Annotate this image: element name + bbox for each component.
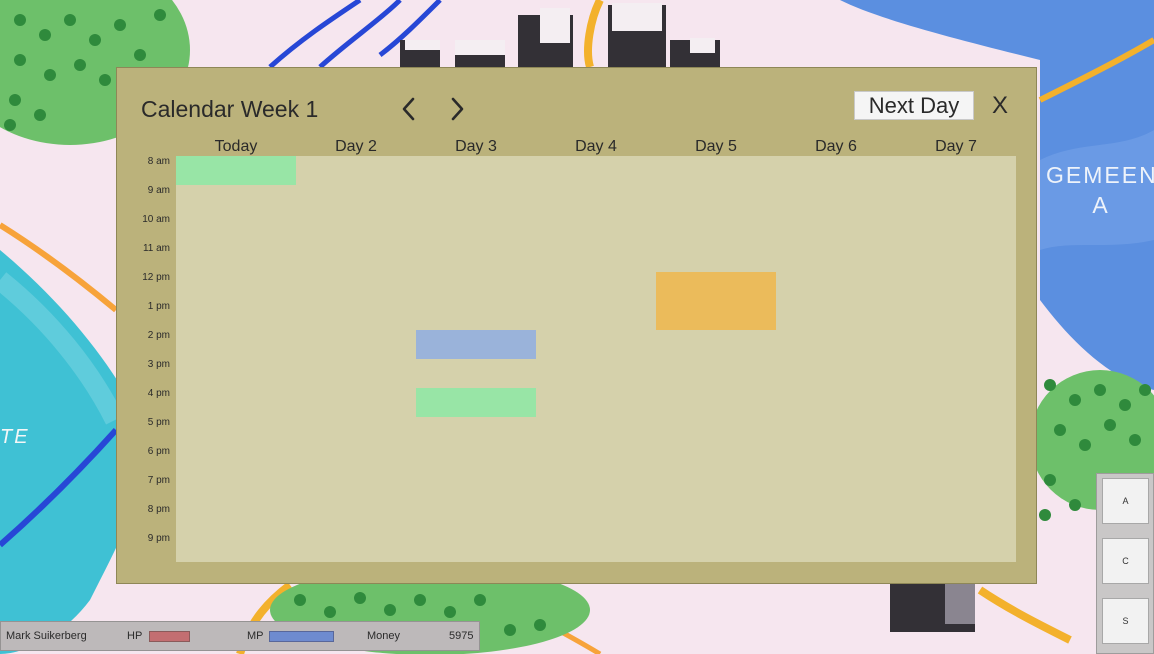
mp-bar bbox=[269, 631, 334, 642]
chevron-right-icon bbox=[451, 97, 464, 121]
player-name: Mark Suikerberg bbox=[6, 630, 87, 642]
calendar-event[interactable] bbox=[176, 156, 296, 185]
calendar-event[interactable] bbox=[656, 272, 776, 330]
day-header: Day 7 bbox=[935, 138, 977, 155]
calendar-event[interactable] bbox=[416, 388, 536, 417]
calendar-title: Calendar Week 1 bbox=[141, 96, 319, 122]
day-header: Day 5 bbox=[695, 138, 737, 155]
time-label: 1 pm bbox=[147, 301, 170, 312]
mp-label: MP bbox=[247, 630, 264, 642]
time-label: 5 pm bbox=[147, 417, 170, 428]
time-label: 12 pm bbox=[142, 272, 170, 283]
close-button[interactable]: X bbox=[987, 92, 1013, 120]
money-label: Money bbox=[367, 630, 401, 642]
calendar-event[interactable] bbox=[416, 330, 536, 359]
next-week-button[interactable] bbox=[445, 95, 469, 123]
money-value: 5975 bbox=[449, 630, 474, 642]
hp-label: HP bbox=[127, 630, 143, 642]
time-label: 9 pm bbox=[147, 533, 170, 544]
next-day-button[interactable]: Next Day bbox=[854, 91, 974, 120]
hp-bar bbox=[149, 631, 190, 642]
map-region-label-right: GEMEENTE A bbox=[1046, 162, 1154, 218]
time-label: 9 am bbox=[147, 185, 170, 196]
time-label: 11 am bbox=[142, 243, 170, 254]
calendar-panel: Calendar Week 1 Next Day X Today Day 2 Day… bbox=[116, 67, 1037, 584]
day-header: Today bbox=[214, 138, 258, 155]
time-label: 6 pm bbox=[147, 446, 170, 457]
prev-week-button[interactable] bbox=[397, 95, 421, 123]
side-button-a[interactable]: A bbox=[1102, 478, 1149, 524]
side-button-c[interactable]: C bbox=[1102, 538, 1149, 584]
calendar-grid bbox=[176, 156, 1016, 562]
side-button-panel: A C S bbox=[1096, 473, 1154, 654]
day-header: Day 6 bbox=[815, 138, 857, 155]
chevron-left-icon bbox=[402, 97, 415, 121]
time-label: 7 pm bbox=[147, 475, 170, 486]
day-header: Day 2 bbox=[335, 138, 377, 155]
time-label: 4 pm bbox=[147, 388, 170, 399]
map-region-label-left: TE bbox=[0, 426, 30, 448]
time-label: 8 am bbox=[147, 156, 170, 167]
player-status-bar: Mark Suikerberg HP MP Money 5975 bbox=[0, 621, 480, 651]
day-header: Day 3 bbox=[455, 138, 497, 155]
time-label: 2 pm bbox=[147, 330, 170, 341]
day-headers: Today Day 2 Day 3 Day 4 Day 5 Day 6 Day 7 bbox=[176, 138, 1016, 158]
time-labels: 8 am 9 am 10 am 11 am 12 pm 1 pm 2 pm 3 pm 4 pm 5… bbox=[117, 156, 175, 562]
time-label: 10 am bbox=[142, 214, 170, 225]
day-header: Day 4 bbox=[575, 138, 617, 155]
side-button-s[interactable]: S bbox=[1102, 598, 1149, 644]
time-label: 3 pm bbox=[147, 359, 170, 370]
time-label: 8 pm bbox=[147, 504, 170, 515]
